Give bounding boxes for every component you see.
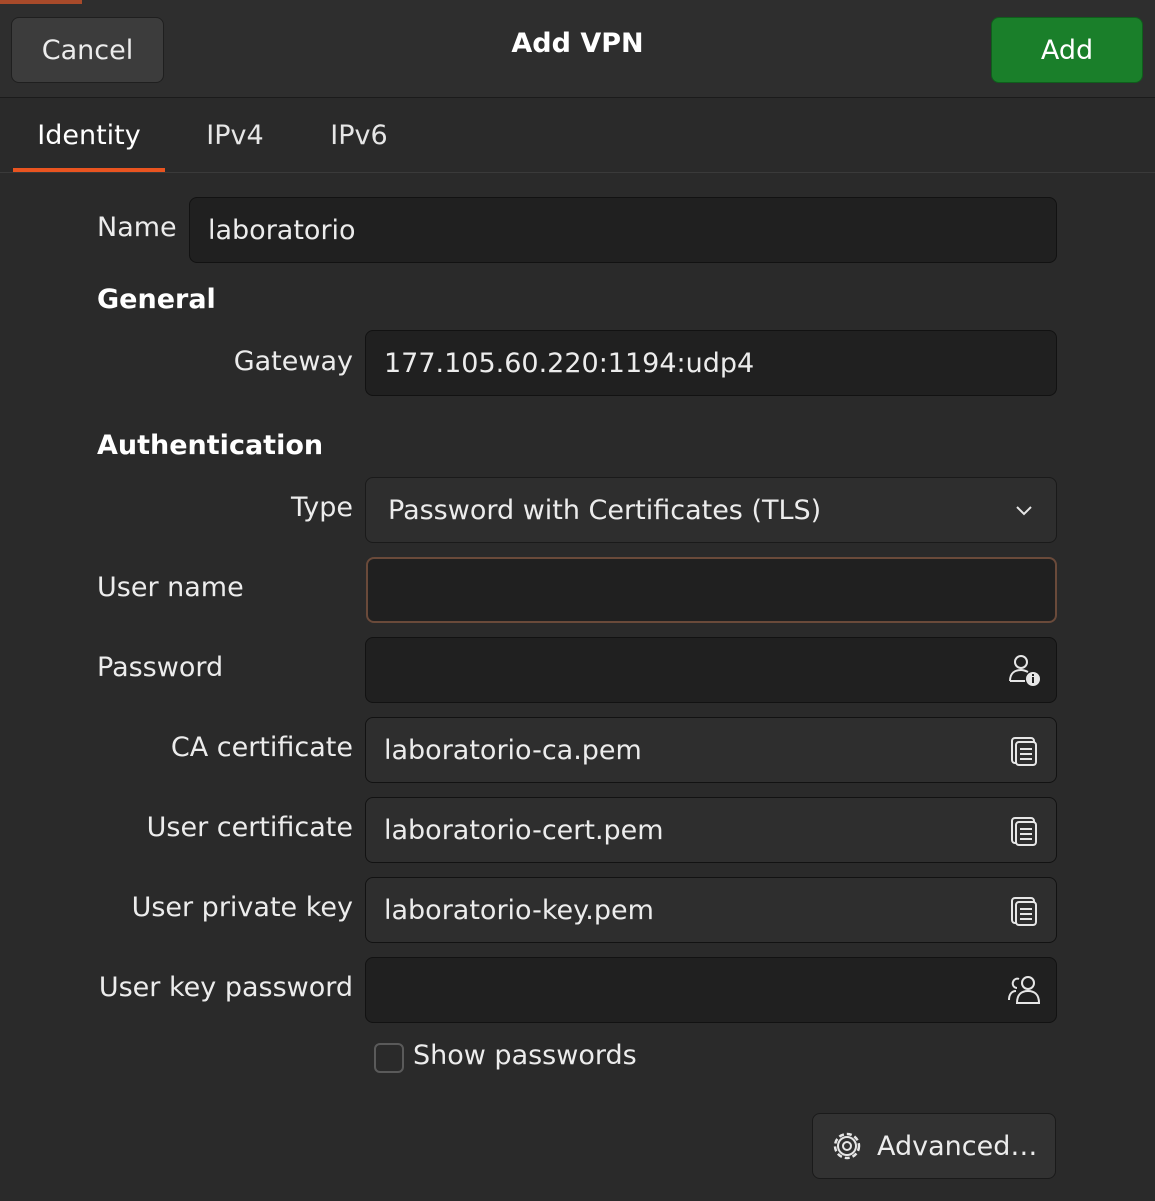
document-open-icon[interactable] <box>1006 892 1042 928</box>
window-accent <box>0 0 82 4</box>
header-bar: Cancel Add VPN Add <box>0 0 1155 98</box>
gateway-input[interactable]: 177.105.60.220:1194:udp4 <box>365 330 1057 396</box>
add-button[interactable]: Add <box>991 17 1143 83</box>
tab-ipv4[interactable]: IPv4 <box>188 98 282 172</box>
name-label: Name <box>97 212 177 243</box>
password-input[interactable] <box>365 637 1057 703</box>
name-input[interactable]: laboratorio <box>189 197 1057 263</box>
gateway-value: 177.105.60.220:1194:udp4 <box>384 347 755 379</box>
private-key-value: laboratorio-key.pem <box>384 894 654 926</box>
gateway-label: Gateway <box>233 346 353 377</box>
tab-bar: Identity IPv4 IPv6 <box>0 98 1155 173</box>
show-passwords-label[interactable]: Show passwords <box>413 1040 637 1071</box>
authentication-heading: Authentication <box>97 430 324 461</box>
auth-type-value: Password with Certificates (TLS) <box>388 494 822 526</box>
user-certificate-label: User certificate <box>146 812 353 843</box>
tab-ipv6[interactable]: IPv6 <box>310 98 408 172</box>
gear-icon <box>829 1128 865 1164</box>
ca-certificate-value: laboratorio-ca.pem <box>384 734 642 766</box>
private-key-chooser[interactable]: laboratorio-key.pem <box>365 877 1057 943</box>
user-info-icon[interactable] <box>1006 652 1042 688</box>
ca-certificate-chooser[interactable]: laboratorio-ca.pem <box>365 717 1057 783</box>
key-password-input[interactable] <box>365 957 1057 1023</box>
document-open-icon[interactable] <box>1006 732 1042 768</box>
ca-certificate-label: CA certificate <box>170 732 353 763</box>
private-key-label: User private key <box>131 892 353 923</box>
user-certificate-chooser[interactable]: laboratorio-cert.pem <box>365 797 1057 863</box>
password-label: Password <box>97 652 224 683</box>
tab-identity[interactable]: Identity <box>13 98 165 172</box>
username-input[interactable] <box>366 557 1057 623</box>
show-passwords-checkbox[interactable] <box>374 1043 404 1073</box>
user-certificate-value: laboratorio-cert.pem <box>384 814 664 846</box>
auth-type-dropdown[interactable]: Password with Certificates (TLS) <box>365 477 1057 543</box>
key-password-label: User key password <box>98 972 353 1003</box>
users-icon[interactable] <box>1006 972 1042 1008</box>
type-label: Type <box>290 492 353 523</box>
advanced-label: Advanced… <box>877 1130 1038 1162</box>
dialog-title: Add VPN <box>511 28 644 59</box>
document-open-icon[interactable] <box>1006 812 1042 848</box>
name-value: laboratorio <box>208 214 356 246</box>
chevron-down-icon <box>1006 492 1042 528</box>
username-label: User name <box>97 572 244 603</box>
general-heading: General <box>97 284 216 315</box>
advanced-button[interactable]: Advanced… <box>812 1113 1056 1179</box>
